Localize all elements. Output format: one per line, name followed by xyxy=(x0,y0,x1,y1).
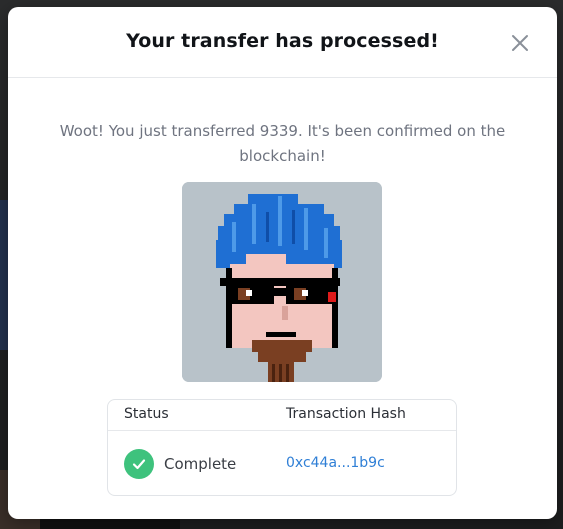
backdrop-panel xyxy=(0,200,8,350)
transfer-success-modal: Your transfer has processed! Woot! You j… xyxy=(8,7,557,519)
transaction-hash-header: Transaction Hash xyxy=(286,406,406,422)
modal-title: Your transfer has processed! xyxy=(126,30,439,52)
status-cell: Complete xyxy=(124,448,236,480)
transaction-table: Status Transaction Hash Complete 0xc44a.… xyxy=(107,399,457,496)
transfer-message: Woot! You just transferred 9339. It's be… xyxy=(59,122,506,165)
transaction-hash-link[interactable]: 0xc44a...1b9c xyxy=(286,455,385,471)
status-value: Complete xyxy=(164,455,237,473)
close-icon xyxy=(512,35,528,51)
check-circle-icon xyxy=(124,449,154,479)
status-header: Status xyxy=(124,406,169,422)
nft-image xyxy=(182,182,382,382)
pixel-avatar-icon xyxy=(182,182,382,382)
table-header: Status Transaction Hash xyxy=(108,400,456,431)
close-button[interactable] xyxy=(508,31,532,55)
modal-header: Your transfer has processed! xyxy=(8,7,557,78)
